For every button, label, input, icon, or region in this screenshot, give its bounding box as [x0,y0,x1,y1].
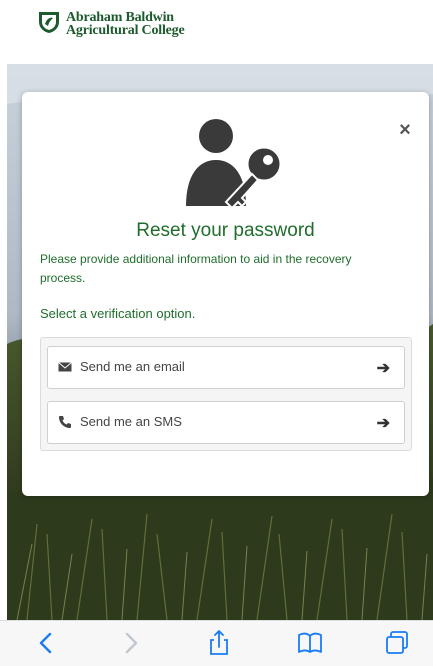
forward-icon[interactable] [118,629,144,657]
verification-option-label: Select a verification option. [40,306,196,321]
verification-options: Send me an email ➔ Send me an SMS ➔ [40,337,412,451]
browser-toolbar [0,620,433,666]
tabs-icon[interactable] [384,629,410,657]
phone-icon [59,416,71,428]
site-header: Abraham Baldwin Agricultural College [0,0,433,64]
envelope-icon [58,362,72,372]
abac-shield-icon [39,12,59,33]
dialog-description: Please provide additional information to… [40,252,352,285]
college-logo-text[interactable]: Abraham Baldwin Agricultural College [66,11,185,38]
arrow-right-icon: ➔ [376,360,390,377]
logo-line-2: Agricultural College [66,23,185,38]
send-email-button[interactable]: Send me an email ➔ [47,346,405,389]
dialog-title: Reset your password [136,220,315,241]
user-key-icon [186,119,283,210]
send-email-label: Send me an email [80,359,185,374]
reset-password-card: × Reset your password Please provide add… [22,92,429,496]
close-button[interactable]: × [395,120,415,140]
arrow-right-icon: ➔ [376,415,390,432]
send-sms-button[interactable]: Send me an SMS ➔ [47,401,405,444]
back-icon[interactable] [33,629,59,657]
share-icon[interactable] [206,629,232,657]
send-sms-label: Send me an SMS [80,414,182,429]
bookmarks-icon[interactable] [297,629,323,657]
